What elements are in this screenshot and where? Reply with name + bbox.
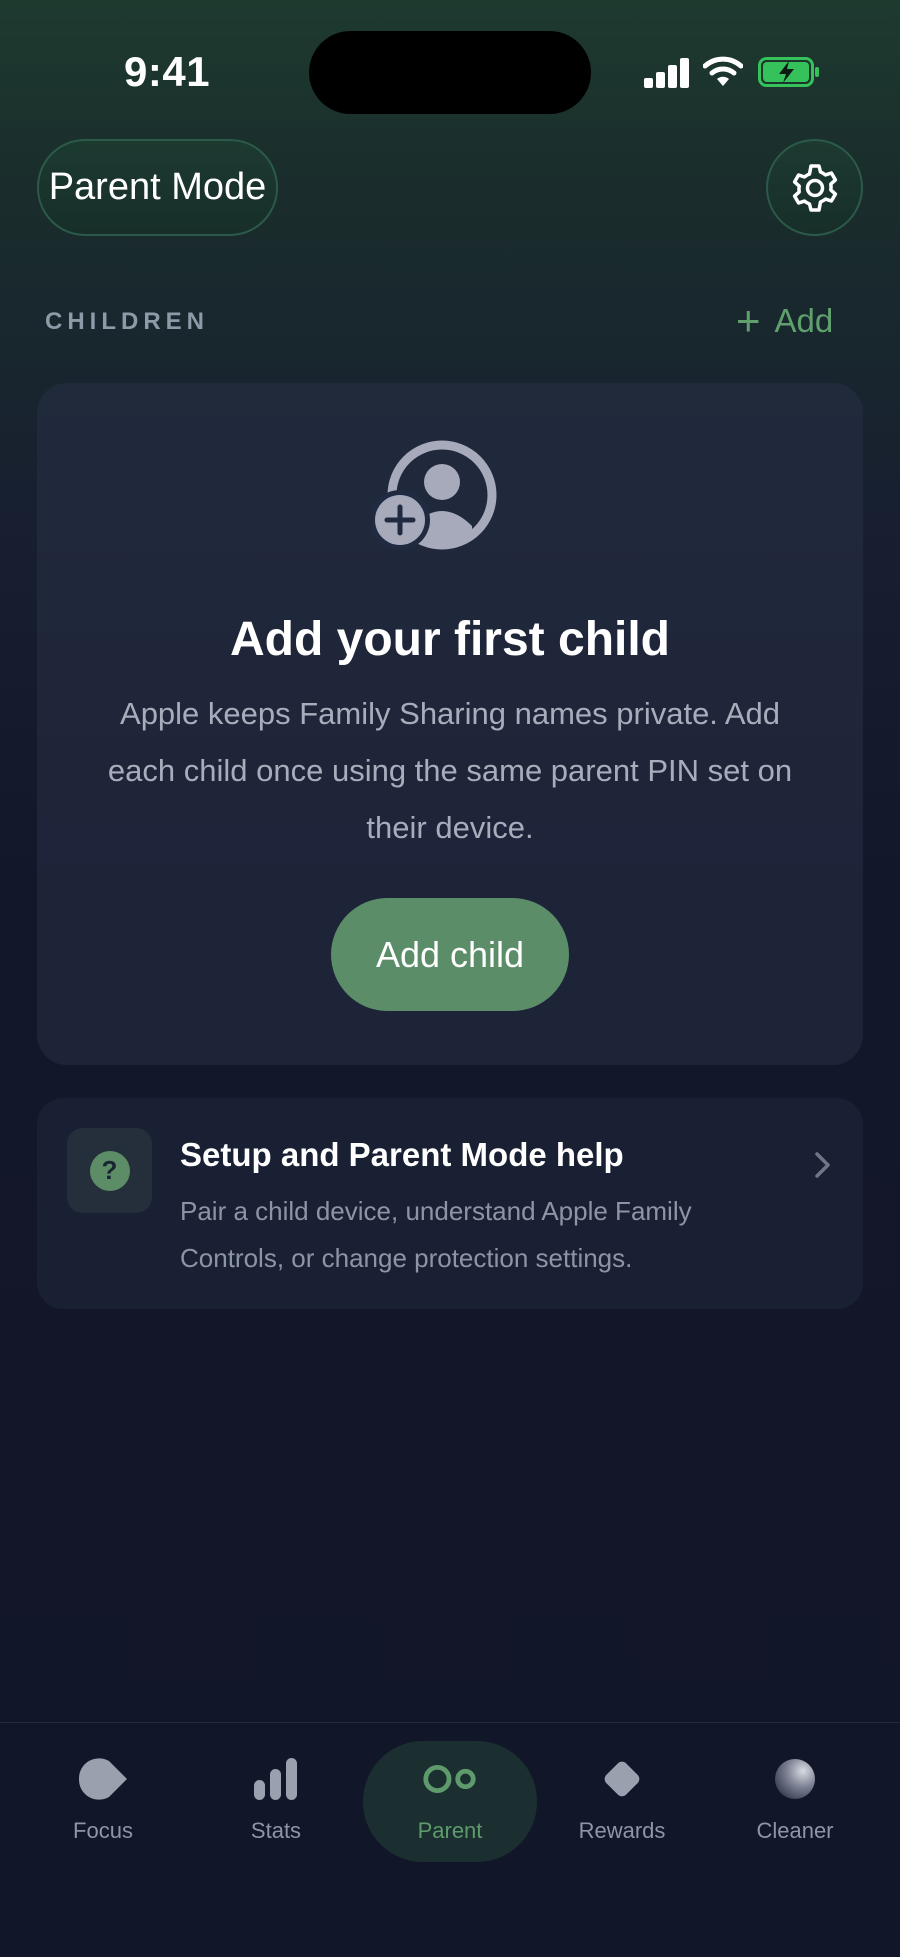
cleaner-icon: [775, 1759, 815, 1799]
tab-label: Stats: [250, 1818, 302, 1843]
parent-mode-label: Parent Mode: [48, 166, 267, 208]
status-time: 9:41: [124, 48, 211, 95]
wifi-icon: [703, 56, 743, 86]
parent-icon: [423, 1764, 476, 1794]
signal-icon: [644, 58, 690, 88]
rewards-icon: [604, 1761, 640, 1797]
tab-label: Focus: [73, 1818, 133, 1843]
empty-state-title: Add your first child: [229, 613, 670, 666]
tab-parent[interactable]: Parent: [390, 1754, 510, 1864]
parent-mode-pill[interactable]: Parent Mode: [37, 139, 278, 236]
help-card-description: Pair a child device, understand Apple Fa…: [180, 1196, 692, 1273]
dynamic-island: [309, 31, 591, 114]
question-icon: ?: [89, 1150, 130, 1191]
battery-charging-icon: [758, 57, 819, 87]
plus-icon: +: [736, 297, 761, 344]
add-child-button-label: Add child: [375, 933, 525, 975]
tab-focus[interactable]: Focus: [43, 1754, 163, 1864]
add-person-icon: [372, 440, 497, 550]
children-section-label: CHILDREN: [45, 308, 209, 335]
help-card-title: Setup and Parent Mode help: [180, 1136, 624, 1173]
tab-rewards[interactable]: Rewards: [562, 1754, 682, 1864]
add-child-link[interactable]: + Add: [736, 300, 833, 342]
add-child-button[interactable]: Add child: [331, 898, 569, 1011]
chevron-right-icon: [815, 1152, 830, 1178]
tab-label: Rewards: [578, 1818, 666, 1843]
stats-icon: [254, 1758, 297, 1800]
help-icon-container: ?: [67, 1128, 152, 1213]
focus-icon: [78, 1758, 127, 1800]
settings-button[interactable]: [766, 139, 863, 236]
status-bar: 9:41: [0, 0, 900, 120]
add-link-label: Add: [774, 302, 834, 339]
tab-cleaner[interactable]: Cleaner: [735, 1754, 855, 1864]
gear-icon: [792, 163, 837, 212]
tab-label: Parent: [417, 1818, 483, 1843]
tab-label: Cleaner: [756, 1818, 834, 1843]
tab-stats[interactable]: Stats: [216, 1754, 336, 1864]
empty-state-description: Apple keeps Family Sharing names private…: [107, 696, 793, 845]
